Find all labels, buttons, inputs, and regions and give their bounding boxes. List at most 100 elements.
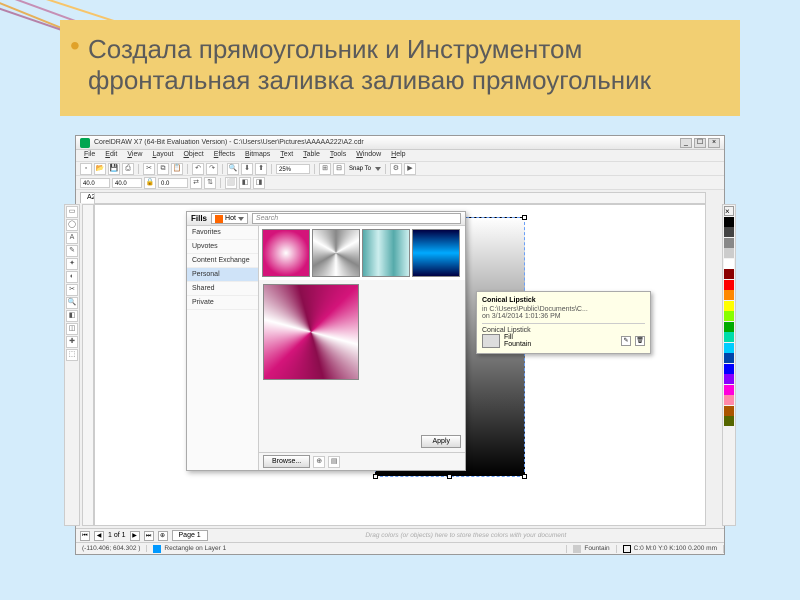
copy-icon[interactable]: ⧉ [157, 163, 169, 175]
swatch[interactable] [724, 238, 734, 248]
next-page-button[interactable]: ▶ [130, 531, 140, 541]
swatch[interactable] [724, 406, 734, 416]
table-tool-icon[interactable]: ⬚ [66, 349, 78, 361]
print-icon[interactable]: ⎙ [122, 163, 134, 175]
lock-icon[interactable]: 🔒 [144, 177, 156, 189]
cut-icon[interactable]: ✂ [143, 163, 155, 175]
export-icon[interactable]: ⬆ [255, 163, 267, 175]
swatch[interactable] [724, 332, 734, 342]
grid-icon[interactable]: ⊞ [319, 163, 331, 175]
add-page-button[interactable]: ⊕ [158, 531, 168, 541]
swatch[interactable] [724, 227, 734, 237]
mirror-v-icon[interactable]: ⇅ [204, 177, 216, 189]
options-icon[interactable]: ⊕ [313, 456, 325, 468]
poly-tool-icon[interactable]: ✚ [66, 336, 78, 348]
browse-button[interactable]: Browse... [263, 455, 310, 468]
pick-tool-icon[interactable]: ▭ [66, 206, 78, 218]
delete-icon[interactable]: 🗑 [635, 336, 645, 346]
first-page-button[interactable]: ⏮ [80, 531, 90, 541]
snapto-label[interactable]: Snap To [347, 164, 373, 174]
swatch[interactable] [724, 322, 734, 332]
fill-thumb[interactable] [262, 229, 310, 277]
outline-swatch-icon[interactable] [623, 545, 631, 553]
fill-thumb[interactable] [362, 229, 410, 277]
pen-tool-icon[interactable]: ✎ [66, 245, 78, 257]
swatch[interactable] [724, 259, 734, 269]
menu-window[interactable]: Window [352, 150, 385, 161]
sidebar-item-private[interactable]: Private [187, 296, 258, 310]
ellipse-tool-icon[interactable]: ◫ [66, 323, 78, 335]
fill-thumb[interactable] [412, 229, 460, 277]
zoom-field[interactable]: 25% [276, 164, 310, 174]
shape-tool-icon[interactable]: ◯ [66, 219, 78, 231]
fill-tool-icon[interactable]: ◐ [66, 271, 78, 283]
dim-y-field[interactable]: 40.0 [112, 178, 142, 188]
rect-tool-icon[interactable]: ◧ [66, 310, 78, 322]
swatch[interactable] [724, 217, 734, 227]
more-icon[interactable]: ▤ [328, 456, 340, 468]
guides-icon[interactable]: ⊟ [333, 163, 345, 175]
menu-view[interactable]: View [123, 150, 146, 161]
menu-layout[interactable]: Layout [148, 150, 177, 161]
menu-bitmaps[interactable]: Bitmaps [241, 150, 274, 161]
swatch[interactable] [724, 353, 734, 363]
last-page-button[interactable]: ⏭ [144, 531, 154, 541]
swatch[interactable] [724, 301, 734, 311]
menu-effects[interactable]: Effects [210, 150, 239, 161]
prev-page-button[interactable]: ◀ [94, 531, 104, 541]
launch-icon[interactable]: ▶ [404, 163, 416, 175]
menu-object[interactable]: Object [179, 150, 207, 161]
swatch[interactable] [724, 374, 734, 384]
sidebar-item-favorites[interactable]: Favorites [187, 226, 258, 240]
rotation-field[interactable]: 0.0 [158, 178, 188, 188]
sidebar-item-personal[interactable]: Personal [187, 268, 258, 282]
search-icon[interactable]: 🔍 [227, 163, 239, 175]
open-icon[interactable]: 📂 [94, 163, 106, 175]
menu-table[interactable]: Table [299, 150, 324, 161]
menu-file[interactable]: File [80, 150, 99, 161]
sidebar-item-upvotes[interactable]: Upvotes [187, 240, 258, 254]
swatch[interactable] [724, 343, 734, 353]
corners-icon[interactable]: ⬜ [225, 177, 237, 189]
close-button[interactable]: × [708, 138, 720, 148]
corners3-icon[interactable]: ◨ [253, 177, 265, 189]
minimize-button[interactable]: _ [680, 138, 692, 148]
sidebar-item-shared[interactable]: Shared [187, 282, 258, 296]
swatch[interactable] [724, 280, 734, 290]
swatch[interactable] [724, 364, 734, 374]
import-icon[interactable]: ⬇ [241, 163, 253, 175]
new-icon[interactable]: ▫ [80, 163, 92, 175]
swatch[interactable] [724, 385, 734, 395]
fill-swatch-icon[interactable] [573, 545, 581, 553]
mirror-h-icon[interactable]: ⇄ [190, 177, 202, 189]
text-tool-icon[interactable]: A [66, 232, 78, 244]
options-icon[interactable]: ⚙ [390, 163, 402, 175]
chevron-down-icon[interactable] [375, 167, 381, 171]
swatch[interactable] [724, 311, 734, 321]
dim-x-field[interactable]: 40.0 [80, 178, 110, 188]
swatch[interactable] [724, 269, 734, 279]
redo-icon[interactable]: ↷ [206, 163, 218, 175]
filter-combo[interactable]: Hot [211, 213, 248, 224]
maximize-button[interactable]: ☐ [694, 138, 706, 148]
edit-icon[interactable]: ✎ [621, 336, 631, 346]
menu-text[interactable]: Text [276, 150, 297, 161]
page-tab[interactable]: Page 1 [172, 530, 208, 541]
swatch[interactable] [724, 416, 734, 426]
swatch[interactable] [724, 395, 734, 405]
sidebar-item-content-exchange[interactable]: Content Exchange [187, 254, 258, 268]
undo-icon[interactable]: ↶ [192, 163, 204, 175]
menu-help[interactable]: Help [387, 150, 409, 161]
swatch[interactable] [724, 290, 734, 300]
fill-preview[interactable] [263, 284, 359, 380]
corners2-icon[interactable]: ◧ [239, 177, 251, 189]
swatch[interactable]: × [724, 206, 734, 216]
paste-icon[interactable]: 📋 [171, 163, 183, 175]
smart-tool-icon[interactable]: ✦ [66, 258, 78, 270]
crop-tool-icon[interactable]: ✂ [66, 284, 78, 296]
menu-edit[interactable]: Edit [101, 150, 121, 161]
apply-button[interactable]: Apply [421, 435, 461, 448]
fill-thumb[interactable] [312, 229, 360, 277]
save-icon[interactable]: 💾 [108, 163, 120, 175]
search-input[interactable]: Search [252, 213, 461, 224]
